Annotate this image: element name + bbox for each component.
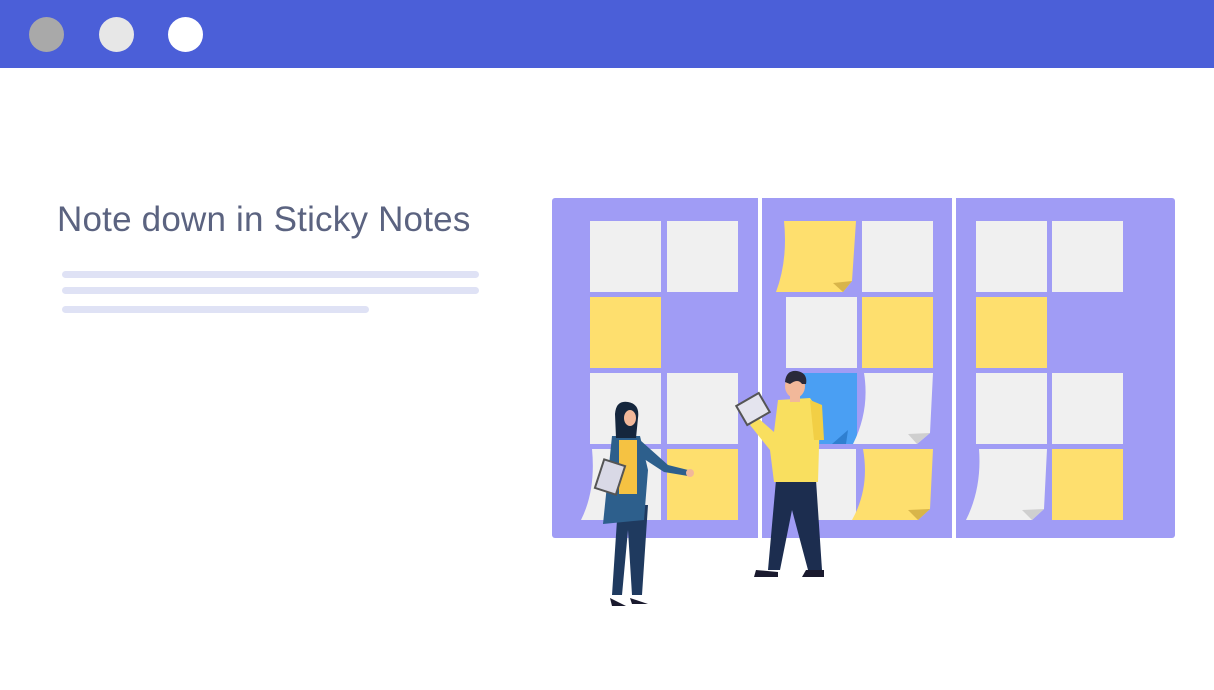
sticky-note <box>667 221 738 292</box>
sticky-note <box>667 373 738 444</box>
sticky-note <box>862 297 933 368</box>
window-control-dot[interactable] <box>29 17 64 52</box>
sticky-note <box>976 221 1047 292</box>
sticky-note <box>786 297 857 368</box>
column-divider <box>952 198 956 538</box>
sticky-note <box>1052 221 1123 292</box>
sticky-note <box>862 221 933 292</box>
sticky-note <box>976 297 1047 368</box>
curled-sticky-note <box>776 221 856 292</box>
sticky-note <box>816 449 856 520</box>
sticky-note <box>590 221 661 292</box>
column-divider <box>758 198 762 538</box>
placeholder-text-line <box>62 306 369 313</box>
window-titlebar <box>0 0 1214 68</box>
sticky-note <box>1052 373 1123 444</box>
sticky-note <box>667 449 738 520</box>
sticky-note <box>976 373 1047 444</box>
sticky-note <box>1052 449 1123 520</box>
placeholder-text-line <box>62 287 479 294</box>
window-control-dot[interactable] <box>99 17 134 52</box>
window-control-dot[interactable] <box>168 17 203 52</box>
sticky-note <box>590 297 661 368</box>
placeholder-text-line <box>62 271 479 278</box>
kanban-board-illustration <box>552 198 1175 606</box>
page-title: Note down in Sticky Notes <box>57 200 471 239</box>
